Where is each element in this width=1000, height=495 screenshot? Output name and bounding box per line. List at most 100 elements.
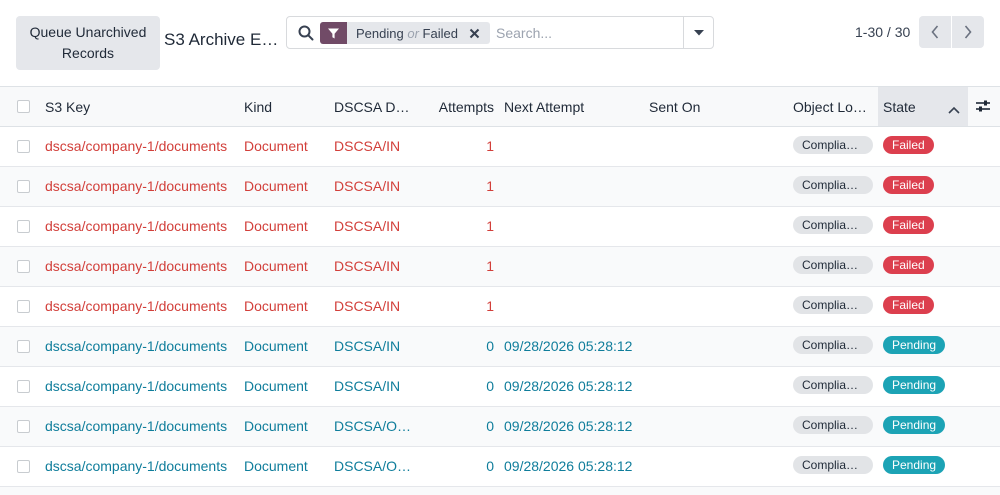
object-location-badge: Compliance (793, 136, 873, 154)
cell-kind: Document (244, 378, 308, 394)
column-header-s3-key[interactable]: S3 Key (45, 99, 225, 115)
pager-next-button[interactable] (952, 16, 984, 48)
search-facet: Pending or Failed (320, 22, 490, 44)
cell-next-attempt: 09/28/2026 05:28:12 (504, 378, 633, 394)
cell-attempts: 0 (486, 338, 494, 354)
chevron-right-icon (964, 25, 972, 39)
cell-s3-key: dscsa/company-1/documents (45, 378, 228, 394)
cell-s3-key: dscsa/company-1/documents (45, 298, 228, 314)
search-input[interactable] (494, 21, 674, 45)
table-row[interactable]: dscsa/company-1/documents Document DSCSA… (0, 327, 1000, 367)
object-location-badge: Compliance (793, 256, 873, 274)
cell-dscsa-document: DSCSA/OUT (334, 458, 412, 474)
cell-dscsa-document: DSCSA/IN (334, 218, 401, 234)
table-row[interactable]: dscsa/company-1/documents Document DSCSA… (0, 407, 1000, 447)
column-header-dscsa-document[interactable]: DSCSA D… (334, 99, 414, 115)
column-header-next-attempt[interactable]: Next Attempt (504, 99, 634, 115)
caret-down-icon (693, 29, 704, 35)
control-panel: Queue Unarchived Records S3 Archive Entr… (0, 0, 1000, 86)
table-row[interactable]: dscsa/company-1/documents Document DSCSA… (0, 207, 1000, 247)
object-location-badge: Compliance (793, 296, 873, 314)
cell-s3-key: dscsa/company-1/documents (45, 458, 228, 474)
cell-dscsa-document: DSCSA/IN (334, 258, 401, 274)
cell-kind: Document (244, 178, 308, 194)
cell-next-attempt: 09/28/2026 05:28:12 (504, 418, 633, 434)
row-checkbox[interactable] (17, 420, 30, 433)
select-all-checkbox[interactable] (17, 100, 30, 113)
cell-kind: Document (244, 418, 308, 434)
cell-dscsa-document: DSCSA/IN (334, 338, 401, 354)
pager-previous-button[interactable] (919, 16, 951, 48)
cell-kind: Document (244, 338, 308, 354)
table-row[interactable]: dscsa/company-1/documents Document DSCSA… (0, 127, 1000, 167)
table-header: S3 Key Kind DSCSA D… Attempts Next Attem… (0, 86, 1000, 127)
row-checkbox[interactable] (17, 140, 30, 153)
table-row[interactable]: dscsa/company-1/documents Document DSCSA… (0, 287, 1000, 327)
table-row-partial (0, 487, 1000, 495)
sliders-icon[interactable] (975, 99, 991, 116)
cell-attempts: 1 (486, 218, 494, 234)
cell-attempts: 1 (486, 258, 494, 274)
cell-kind: Document (244, 138, 308, 154)
cell-attempts: 1 (486, 178, 494, 194)
row-checkbox[interactable] (17, 340, 30, 353)
cell-dscsa-document: DSCSA/IN (334, 298, 401, 314)
queue-unarchived-records-button[interactable]: Queue Unarchived Records (16, 16, 160, 70)
state-badge: Failed (883, 176, 934, 194)
facet-separator: or (407, 25, 419, 41)
search-icon[interactable] (297, 24, 315, 42)
object-location-badge: Compliance (793, 416, 873, 434)
state-badge: Pending (883, 376, 946, 394)
cell-attempts: 0 (486, 418, 494, 434)
chevron-up-icon[interactable] (948, 101, 960, 117)
search-bar: Pending or Failed (286, 16, 714, 49)
table-row[interactable]: dscsa/company-1/documents Document DSCSA… (0, 447, 1000, 487)
facet-values: Pending or Failed (347, 26, 458, 41)
object-location-badge: Compliance (793, 456, 873, 474)
state-badge: Failed (883, 256, 934, 274)
cell-s3-key: dscsa/company-1/documents (45, 218, 228, 234)
cell-s3-key: dscsa/company-1/documents (45, 178, 228, 194)
column-header-kind[interactable]: Kind (244, 99, 324, 115)
column-header-object-location[interactable]: Object Lo… (793, 99, 871, 115)
row-checkbox[interactable] (17, 460, 30, 473)
cell-kind: Document (244, 218, 308, 234)
state-badge: Failed (883, 216, 934, 234)
cell-kind: Document (244, 258, 308, 274)
cell-next-attempt: 09/28/2026 05:28:12 (504, 338, 633, 354)
row-checkbox[interactable] (17, 380, 30, 393)
row-checkbox[interactable] (17, 300, 30, 313)
row-checkbox[interactable] (17, 220, 30, 233)
facet-value-failed: Failed (422, 25, 458, 41)
pager-value[interactable]: 1-30 / 30 (855, 24, 910, 40)
table-row[interactable]: dscsa/company-1/documents Document DSCSA… (0, 247, 1000, 287)
row-checkbox[interactable] (17, 260, 30, 273)
cell-dscsa-document: DSCSA/IN (334, 178, 401, 194)
cell-attempts: 1 (486, 138, 494, 154)
state-badge: Pending (883, 336, 946, 354)
column-header-sent-on[interactable]: Sent On (649, 99, 779, 115)
close-icon[interactable] (468, 26, 482, 40)
cell-attempts: 0 (486, 378, 494, 394)
cell-dscsa-document: DSCSA/IN (334, 378, 401, 394)
filter-icon (320, 22, 347, 44)
breadcrumb: S3 Archive Entries (164, 30, 282, 49)
cell-dscsa-document: DSCSA/IN (334, 138, 401, 154)
row-checkbox[interactable] (17, 180, 30, 193)
table-row[interactable]: dscsa/company-1/documents Document DSCSA… (0, 367, 1000, 407)
column-header-state[interactable]: State (883, 99, 943, 115)
cell-s3-key: dscsa/company-1/documents (45, 418, 228, 434)
cell-kind: Document (244, 298, 308, 314)
table-row[interactable]: dscsa/company-1/documents Document DSCSA… (0, 167, 1000, 207)
facet-value-pending: Pending (356, 25, 404, 41)
state-badge: Pending (883, 456, 946, 474)
cell-s3-key: dscsa/company-1/documents (45, 258, 228, 274)
object-location-badge: Compliance (793, 336, 873, 354)
object-location-badge: Compliance (793, 176, 873, 194)
state-badge: Failed (883, 136, 934, 154)
chevron-left-icon (931, 25, 939, 39)
cell-kind: Document (244, 458, 308, 474)
search-options-toggle[interactable] (683, 17, 713, 48)
object-location-badge: Compliance (793, 216, 873, 234)
column-header-attempts[interactable]: Attempts (424, 99, 494, 115)
